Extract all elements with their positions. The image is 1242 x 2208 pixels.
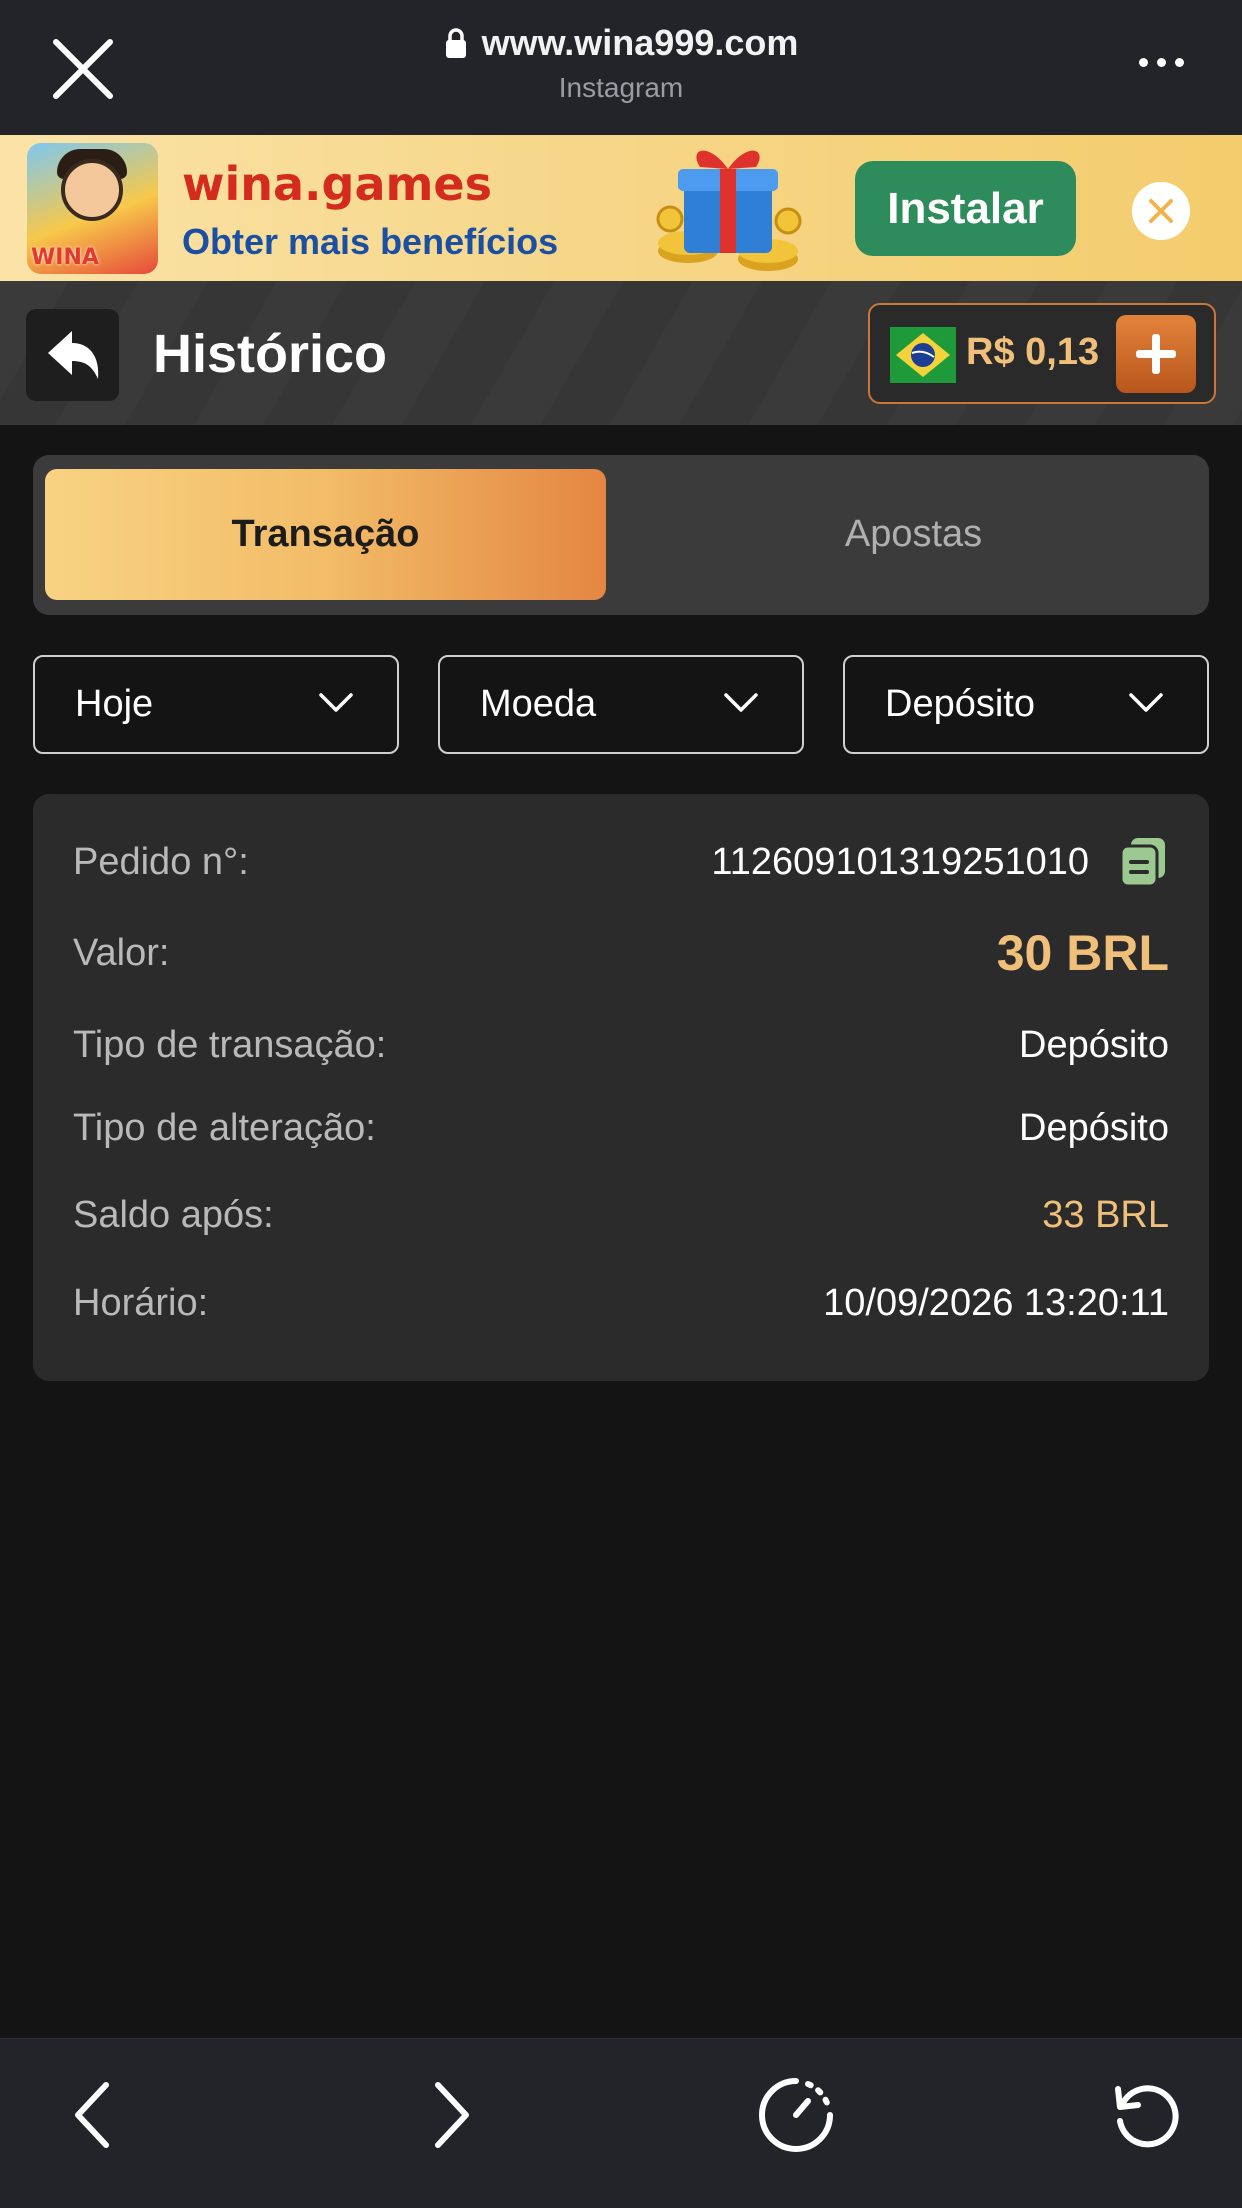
tx-type-value: Depósito [1019,1024,1169,1066]
reload-icon[interactable] [1106,2075,1186,2155]
back-button[interactable] [26,309,119,401]
speed-icon[interactable] [756,2075,836,2155]
period-dropdown-label: Hoje [75,683,154,725]
transaction-card: Pedido n°: 112609101319251010 Valor: 30 … [33,794,1209,1381]
brazil-flag-icon [890,327,956,383]
chevron-down-icon [724,693,758,712]
browser-top-bar: www.wina999.com Instagram [0,0,1242,135]
plus-icon[interactable] [1116,315,1196,393]
browser-bottom-bar [0,2038,1242,2208]
history-tabs: Transação Apostas [33,455,1209,615]
filter-bar: Hoje Moeda Depósito [33,655,1209,754]
tab-apostas[interactable]: Apostas [633,469,1194,600]
change-type-label: Tipo de alteração: [73,1107,376,1149]
currency-dropdown[interactable]: Moeda [438,655,804,754]
gift-icon [656,150,802,271]
banner-title: wina.games [182,157,493,211]
order-label: Pedido n°: [73,840,249,883]
order-number: 112609101319251010 [711,840,1089,883]
balance-after-label: Saldo após: [73,1194,274,1236]
period-dropdown[interactable]: Hoje [33,655,399,754]
banner-close-icon[interactable] [1132,182,1190,240]
address-bar[interactable]: www.wina999.com Instagram [0,22,1242,104]
back-icon[interactable] [56,2075,136,2155]
app-logo: WINA [27,143,158,274]
back-arrow-icon [48,331,99,379]
amount-row: Valor: 30 BRL [73,924,1169,982]
currency-dropdown-label: Moeda [480,683,597,725]
page-title: Histórico [153,324,388,384]
chevron-down-icon [319,693,353,712]
page-header: Histórico R$ 0,13 [0,281,1242,425]
balance-after-value: 33 BRL [1042,1194,1169,1236]
balance-amount: R$ 0,13 [966,331,1100,373]
install-banner: WINA wina.games Obter mais benefícios In… [0,135,1242,281]
copy-icon[interactable] [1117,836,1169,888]
amount-label: Valor: [73,931,170,974]
tx-type-label: Tipo de transação: [73,1024,387,1066]
type-dropdown[interactable]: Depósito [843,655,1209,754]
time-label: Horário: [73,1282,209,1324]
install-button[interactable]: Instalar [855,161,1076,256]
balance-after-row: Saldo após: 33 BRL [73,1194,1169,1237]
order-row: Pedido n°: 112609101319251010 [73,836,1169,888]
time-value: 10/09/2026 13:20:11 [823,1282,1169,1324]
source-app-label: Instagram [558,72,684,103]
change-type-row: Tipo de alteração: Depósito [73,1107,1169,1150]
lock-icon [445,28,466,58]
tab-transacao[interactable]: Transação [45,469,606,600]
more-icon[interactable] [1139,58,1184,67]
amount-value: 30 BRL [996,925,1169,981]
type-dropdown-label: Depósito [885,683,1035,725]
chevron-down-icon [1129,693,1163,712]
banner-subtitle: Obter mais benefícios [182,221,559,262]
forward-icon[interactable] [408,2075,488,2155]
tx-type-row: Tipo de transação: Depósito [73,1024,1169,1067]
change-type-value: Depósito [1019,1107,1169,1149]
url-text: www.wina999.com [481,22,799,63]
balance-widget: R$ 0,13 [868,303,1216,404]
time-row: Horário: 10/09/2026 13:20:11 [73,1282,1169,1325]
